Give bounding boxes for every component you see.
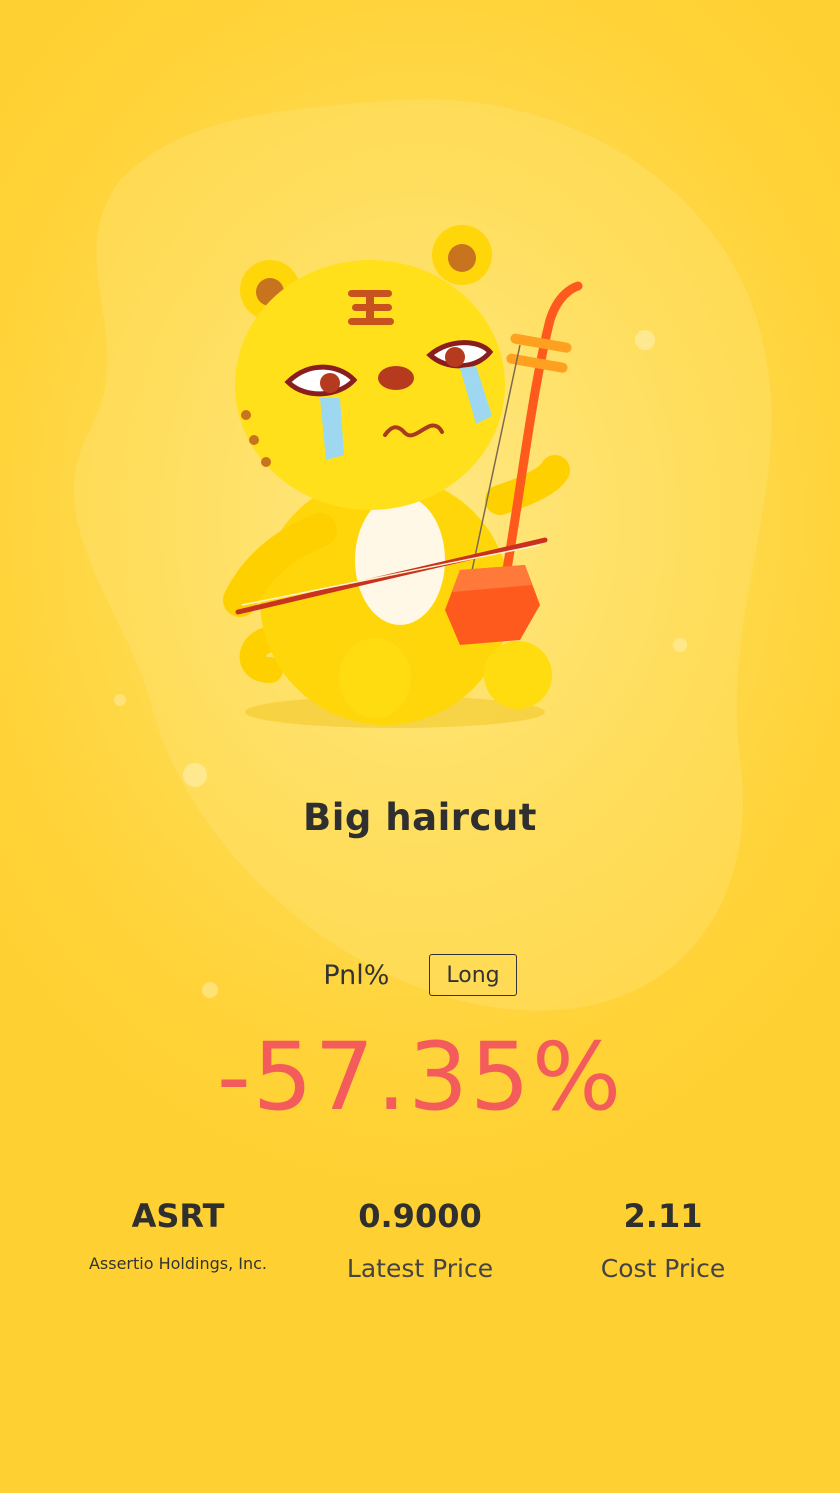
company-name: Assertio Holdings, Inc. xyxy=(88,1254,268,1273)
cost-price-stat: 2.11 Cost Price xyxy=(543,1196,783,1283)
stock-ticker: ASRT xyxy=(131,1197,225,1235)
crying-tiger-icon xyxy=(223,225,583,728)
pnl-label: Pnl% xyxy=(323,959,390,991)
pnl-row: Pnl% Long xyxy=(0,952,840,998)
latest-price-stat: 0.9000 Latest Price xyxy=(300,1196,540,1283)
result-headline: Big haircut xyxy=(303,796,537,839)
latest-price-value: 0.9000 xyxy=(358,1197,482,1235)
latest-price-label: Latest Price xyxy=(346,1254,494,1283)
pnl-percentage: -57.35% xyxy=(216,1023,624,1132)
cost-price-value: 2.11 xyxy=(623,1197,703,1235)
stock-stat: ASRT Assertio Holdings, Inc. xyxy=(58,1196,298,1273)
position-stats: ASRT Assertio Holdings, Inc. 0.9000 Late… xyxy=(0,1196,840,1306)
position-side-badge: Long xyxy=(429,954,517,996)
cost-price-label: Cost Price xyxy=(600,1254,726,1283)
